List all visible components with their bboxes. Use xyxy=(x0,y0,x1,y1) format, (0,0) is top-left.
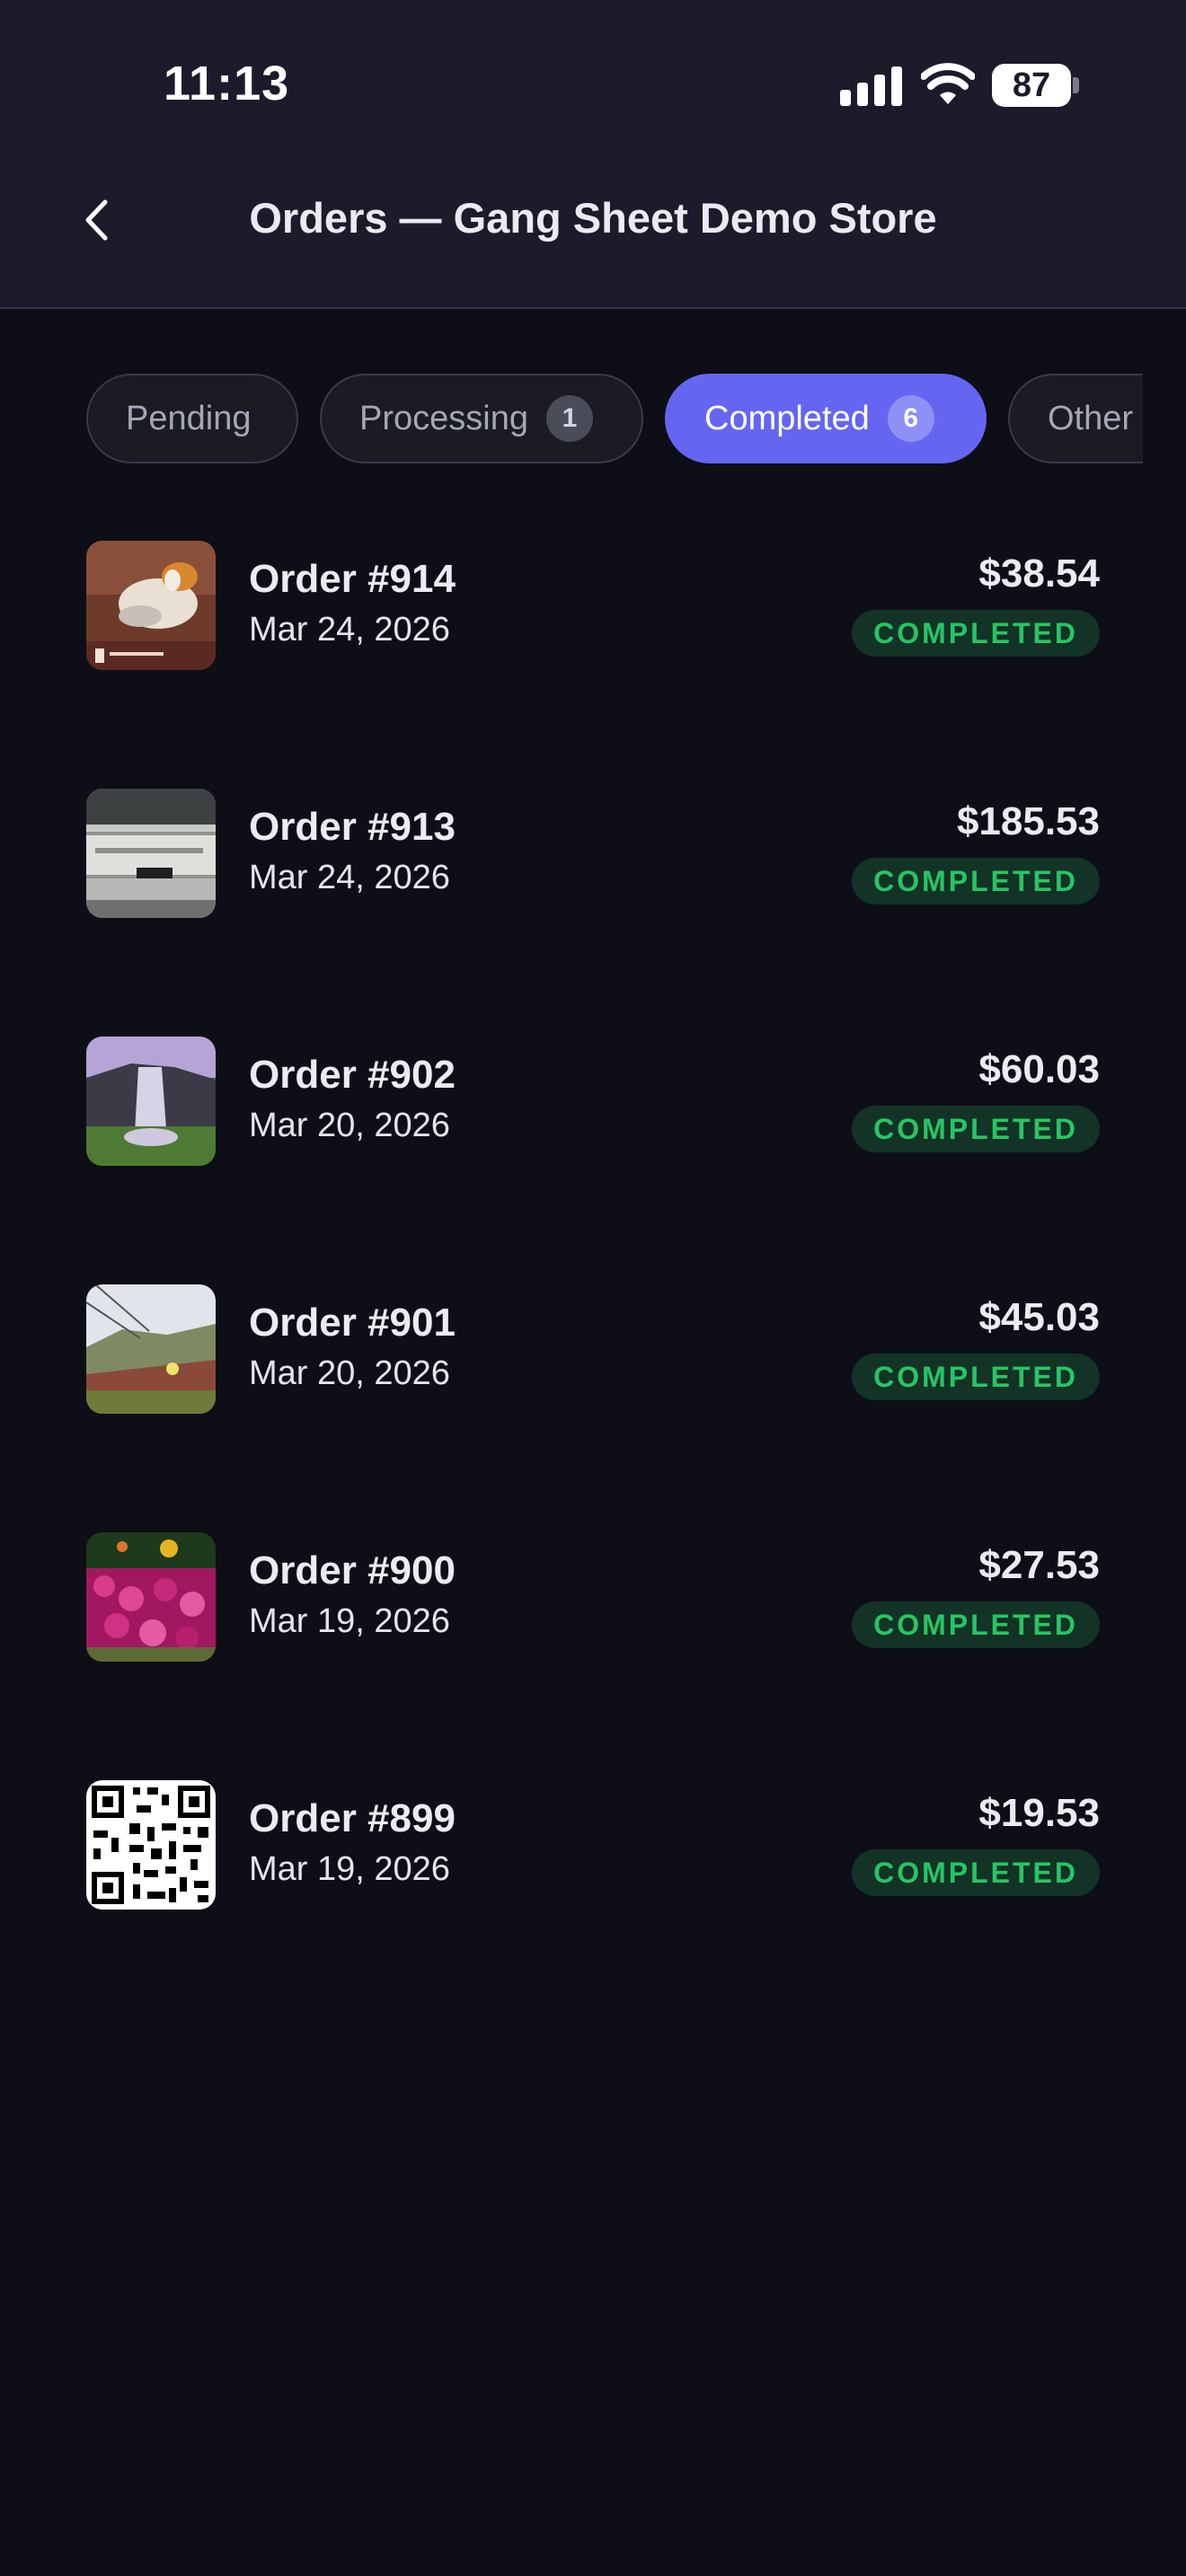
order-number: Order #899 xyxy=(249,1796,456,1840)
status-badge: COMPLETED xyxy=(852,1354,1100,1400)
hillside-photo-image xyxy=(86,1284,216,1414)
status-badge: COMPLETED xyxy=(852,1849,1100,1896)
status-badge: COMPLETED xyxy=(852,858,1100,904)
order-thumbnail xyxy=(86,1780,216,1910)
tab-count-badge: 6 xyxy=(887,395,934,442)
tab-label: Processing xyxy=(359,399,528,437)
cellular-signal-icon xyxy=(840,66,902,106)
order-date: Mar 24, 2026 xyxy=(249,859,450,896)
order-row[interactable]: Order #902 Mar 20, 2026 $60.03 COMPLETED xyxy=(86,1037,1100,1168)
battery-level: 87 xyxy=(1012,66,1051,104)
tab-label: Completed xyxy=(704,399,870,437)
order-number: Order #902 xyxy=(249,1053,456,1097)
tab-processing[interactable]: Processing 1 xyxy=(320,374,643,463)
dog-photo-image xyxy=(86,541,216,670)
tab-other[interactable]: Other xyxy=(1008,374,1143,463)
page-title: Orders — Gang Sheet Demo Store xyxy=(249,194,937,242)
waterfall-photo-image xyxy=(86,1037,216,1166)
order-thumbnail xyxy=(86,789,216,918)
order-number: Order #900 xyxy=(249,1548,456,1592)
order-thumbnail xyxy=(86,541,216,670)
order-price: $19.53 xyxy=(978,1791,1100,1835)
app-header: 11:13 87 Orders — Gang Sheet Demo Store xyxy=(0,0,1186,309)
order-number: Order #914 xyxy=(249,557,456,601)
tab-label: Pending xyxy=(126,399,252,437)
order-price: $60.03 xyxy=(978,1047,1100,1091)
wifi-icon xyxy=(921,63,975,104)
order-date: Mar 24, 2026 xyxy=(249,611,450,648)
order-row[interactable]: Order #901 Mar 20, 2026 $45.03 COMPLETED xyxy=(86,1284,1100,1416)
battery-cap xyxy=(1073,77,1079,93)
order-row[interactable]: Order #900 Mar 19, 2026 $27.53 COMPLETED xyxy=(86,1532,1100,1663)
tab-completed[interactable]: Completed 6 xyxy=(665,374,987,463)
order-thumbnail xyxy=(86,1037,216,1166)
status-badge: COMPLETED xyxy=(852,1106,1100,1152)
order-date: Mar 20, 2026 xyxy=(249,1107,450,1144)
order-date: Mar 19, 2026 xyxy=(249,1850,450,1888)
order-price: $38.54 xyxy=(978,551,1100,595)
tab-pending[interactable]: Pending xyxy=(86,374,298,463)
order-row[interactable]: Order #914 Mar 24, 2026 $38.54 COMPLETED xyxy=(86,541,1100,672)
status-badge: COMPLETED xyxy=(852,1601,1100,1648)
status-filter-tabs: Pending Processing 1 Completed 6 Other xyxy=(86,374,1143,467)
tab-label: Other xyxy=(1048,399,1134,437)
status-time: 11:13 xyxy=(164,57,290,110)
machinery-photo-image xyxy=(86,789,216,918)
order-price: $27.53 xyxy=(978,1543,1100,1587)
order-thumbnail xyxy=(86,1284,216,1414)
order-row[interactable]: Order #913 Mar 24, 2026 $185.53 COMPLETE… xyxy=(86,789,1100,920)
order-row[interactable]: Order #899 Mar 19, 2026 $19.53 COMPLETED xyxy=(86,1780,1100,1911)
order-price: $45.03 xyxy=(978,1295,1100,1339)
order-number: Order #913 xyxy=(249,805,456,849)
status-badge: COMPLETED xyxy=(852,610,1100,657)
tab-count-badge: 1 xyxy=(545,395,593,442)
order-date: Mar 19, 2026 xyxy=(249,1602,450,1640)
order-date: Mar 20, 2026 xyxy=(249,1354,450,1392)
order-number: Order #901 xyxy=(249,1301,456,1345)
order-thumbnail xyxy=(86,1532,216,1662)
qr-code-image xyxy=(86,1780,216,1910)
flowers-photo-image xyxy=(86,1532,216,1662)
order-price: $185.53 xyxy=(956,799,1100,843)
battery-icon: 87 xyxy=(992,64,1071,107)
